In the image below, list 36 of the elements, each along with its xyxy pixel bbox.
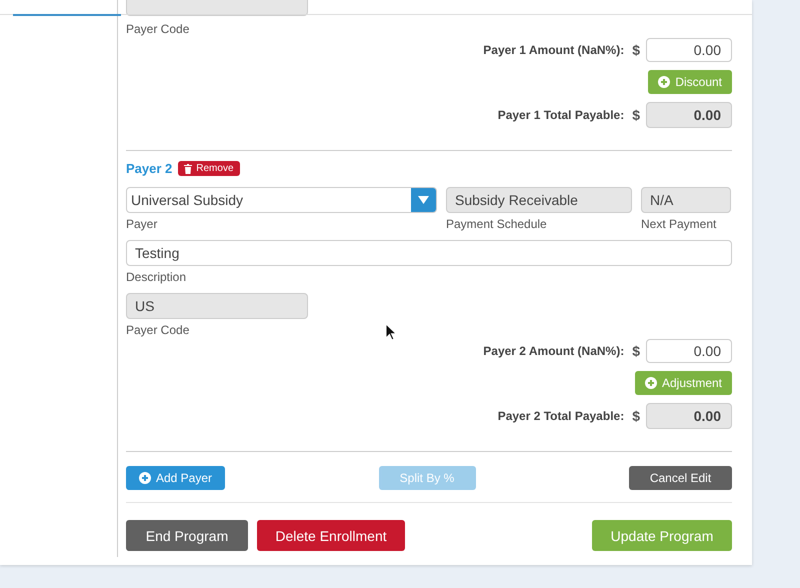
field-label: Payer Code: [126, 22, 190, 36]
payer-heading: Payer 2: [126, 161, 172, 176]
total-field: 0.00: [646, 102, 732, 128]
field-label: Payer: [126, 217, 158, 231]
amount-label: Payer 2 Amount (NaN%):: [483, 344, 624, 358]
currency-symbol: $: [632, 107, 640, 123]
total-label: Payer 2 Total Payable:: [498, 409, 624, 423]
payer-select[interactable]: Universal Subsidy: [126, 187, 437, 213]
plus-icon: [658, 76, 670, 88]
field-label: Payment Schedule: [446, 217, 548, 231]
delete-enrollment-button[interactable]: Delete Enrollment: [257, 520, 405, 551]
remove-button[interactable]: Remove: [178, 161, 240, 176]
plus-icon: [138, 472, 151, 484]
next-payment-field[interactable]: N/A: [641, 187, 731, 213]
description-field[interactable]: Testing: [126, 240, 732, 266]
add-payer-button[interactable]: Add Payer: [126, 466, 225, 490]
end-program-button[interactable]: End Program: [126, 520, 248, 551]
total-label: Payer 1 Total Payable:: [498, 108, 624, 122]
amount-field[interactable]: 0.00: [646, 339, 732, 363]
total-field: 0.00: [646, 403, 732, 429]
payer-code-field[interactable]: US: [126, 293, 308, 319]
currency-symbol: $: [632, 408, 640, 424]
payment-schedule-field[interactable]: Subsidy Receivable: [446, 187, 632, 213]
field-label: Next Payment: [641, 217, 718, 231]
field-label: Payer Code: [126, 323, 190, 337]
amount-label: Payer 1 Amount (NaN%):: [483, 43, 624, 57]
trash-icon: [184, 164, 192, 174]
cursor-icon: [385, 323, 396, 341]
cancel-button[interactable]: Cancel Edit: [629, 466, 732, 490]
dropdown-icon[interactable]: [418, 196, 429, 204]
payer-code-field[interactable]: [126, 0, 308, 16]
plus-icon: [644, 377, 657, 389]
currency-symbol: $: [632, 42, 640, 58]
amount-field[interactable]: 0.00: [646, 38, 732, 62]
currency-symbol: $: [632, 343, 640, 359]
field-label: Description: [126, 270, 188, 284]
